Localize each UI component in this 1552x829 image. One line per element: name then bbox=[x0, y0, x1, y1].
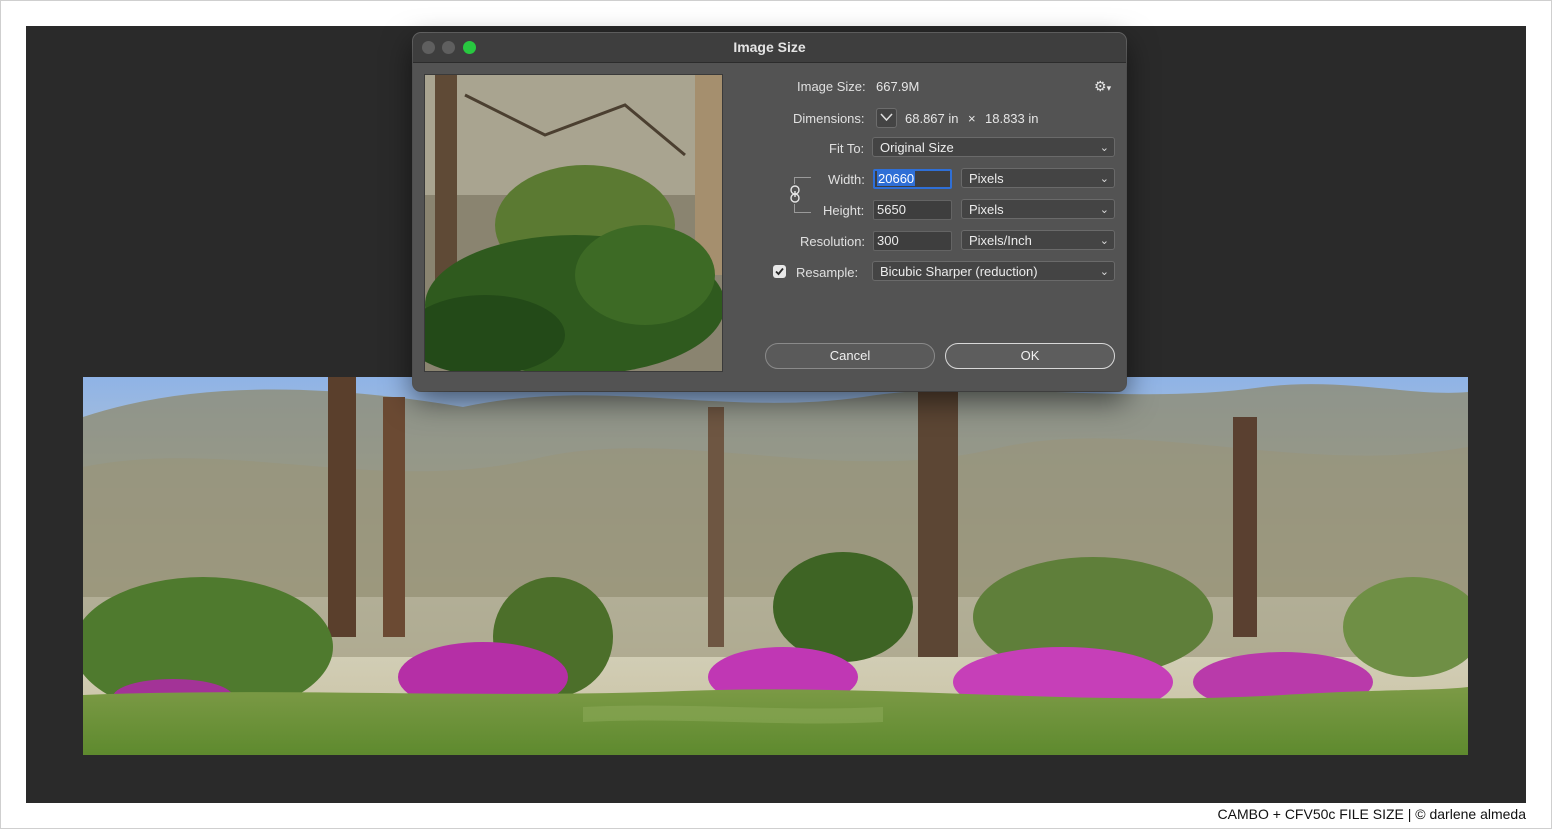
resample-select[interactable]: Bicubic Sharper (reduction) ⌄ bbox=[872, 261, 1115, 281]
chevron-down-icon: ⌄ bbox=[1099, 173, 1109, 185]
dimensions-width: 68.867 in bbox=[905, 111, 959, 126]
chevron-down-icon bbox=[880, 113, 893, 122]
checkmark-icon bbox=[775, 267, 784, 276]
dialog-title: Image Size bbox=[733, 39, 806, 55]
ok-button[interactable]: OK bbox=[945, 343, 1115, 369]
height-field[interactable]: 5650 bbox=[873, 200, 952, 220]
resolution-field[interactable]: 300 bbox=[873, 231, 952, 251]
dimensions-label: Dimensions: bbox=[793, 111, 865, 126]
fit-to-label: Fit To: bbox=[829, 141, 865, 156]
height-unit-select[interactable]: Pixels ⌄ bbox=[961, 199, 1115, 219]
title-bar: Image Size bbox=[413, 33, 1126, 63]
link-icon[interactable] bbox=[788, 184, 802, 204]
width-unit-select[interactable]: Pixels ⌄ bbox=[961, 168, 1115, 188]
resolution-value: 300 bbox=[877, 233, 899, 248]
preview-thumbnail[interactable] bbox=[424, 74, 723, 372]
dimensions-times: × bbox=[968, 111, 976, 126]
resolution-unit-value: Pixels/Inch bbox=[969, 233, 1032, 248]
resample-checkbox[interactable] bbox=[773, 265, 786, 278]
width-value: 20660 bbox=[877, 171, 916, 186]
chevron-down-icon: ⌄ bbox=[1099, 235, 1109, 247]
chevron-down-icon: ⌄ bbox=[1099, 142, 1109, 154]
width-unit-value: Pixels bbox=[969, 171, 1004, 186]
width-field[interactable]: 20660 bbox=[873, 169, 952, 189]
height-value: 5650 bbox=[877, 202, 906, 217]
dimensions-units-dropdown[interactable] bbox=[876, 108, 897, 128]
resample-label: Resample: bbox=[796, 265, 859, 280]
photo-caption: CAMBO + CFV50c FILE SIZE | © darlene alm… bbox=[1217, 806, 1526, 822]
resample-value: Bicubic Sharper (reduction) bbox=[880, 264, 1038, 279]
image-size-value: 667.9M bbox=[876, 79, 920, 94]
height-unit-value: Pixels bbox=[969, 202, 1004, 217]
chevron-down-icon: ⌄ bbox=[1099, 204, 1109, 216]
cancel-button[interactable]: Cancel bbox=[765, 343, 935, 369]
height-label: Height: bbox=[823, 203, 865, 218]
resolution-label: Resolution: bbox=[800, 234, 866, 249]
chevron-down-icon: ⌄ bbox=[1099, 266, 1109, 278]
image-size-label: Image Size: bbox=[797, 79, 866, 94]
resolution-unit-select[interactable]: Pixels/Inch ⌄ bbox=[961, 230, 1115, 250]
dimensions-height: 18.833 in bbox=[985, 111, 1039, 126]
fit-to-value: Original Size bbox=[880, 140, 954, 155]
image-size-dialog: Image Size Image Size: 667.9M ⚙▾ Dimensi… bbox=[413, 33, 1126, 391]
panorama-image bbox=[83, 377, 1468, 755]
gear-icon[interactable]: ⚙▾ bbox=[1094, 78, 1111, 95]
fit-to-select[interactable]: Original Size ⌄ bbox=[872, 137, 1115, 157]
width-label: Width: bbox=[828, 172, 865, 187]
